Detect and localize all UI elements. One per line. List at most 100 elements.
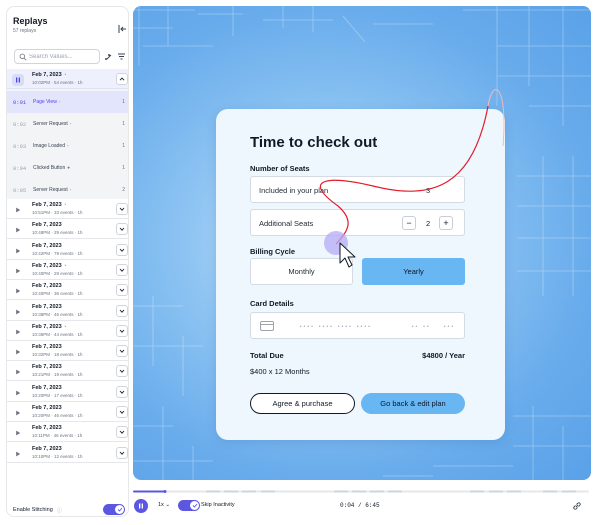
session-meta: 10:20PM · 17 events · 1h [32,392,83,398]
timeline-event-mark [206,490,220,493]
play-icon[interactable] [12,204,24,216]
timeline-event-mark [507,490,521,493]
session-meta: 10:40PM · 36 events · 1h [32,291,83,297]
replay-viewport: Time to check out Number of Seats Includ… [133,6,591,480]
timeline-handle[interactable] [163,490,167,493]
search-box[interactable] [14,49,100,64]
chevron-down-icon[interactable] [116,263,128,276]
chevron-down-icon[interactable] [116,223,128,236]
session-row-active[interactable]: Feb 7, 2023 ◔ 10:02PM · 54 events · 1h [7,69,128,89]
play-icon[interactable] [12,448,24,460]
timeline-event-mark [334,490,348,493]
search-input[interactable] [29,51,97,62]
session-row[interactable]: Feb 7, 2023 10:32PM · 18 events · 1h [7,341,128,362]
play-icon[interactable] [12,224,24,236]
play-icon[interactable] [12,427,24,439]
timeline-event-mark [224,490,238,493]
filter-icon[interactable] [116,51,127,62]
recording-icon: ◔ [63,323,67,329]
event-name: Image Loaded ◦ [33,143,69,149]
chevron-up-icon[interactable] [116,73,128,85]
session-date: Feb 7, 2023 [32,445,62,452]
cursor-overlay [319,89,505,268]
chevron-down-icon[interactable] [116,304,128,317]
chevron-down-icon[interactable] [116,446,128,459]
mouse-trail [319,105,489,245]
play-icon[interactable] [12,306,24,318]
info-icon: ⓘ [57,508,63,514]
session-row[interactable]: Feb 7, 2023 ◔ 10:40PM · 28 events · 1h [7,259,128,280]
stitching-toggle[interactable] [103,504,125,515]
play-icon[interactable] [12,265,24,277]
session-row[interactable]: Feb 7, 2023 ◔ 10:51PM · 33 events · 1h [7,199,128,219]
timeline-event-mark [261,490,275,493]
session-meta: 10:51PM · 33 events · 1h [32,210,83,215]
event-count: 2 [122,187,125,193]
timeline-event-mark [562,490,576,493]
event-time: 0:01 [13,99,27,106]
event-row[interactable]: 0:05 Server Request ◦ 2 [7,179,128,201]
play-icon[interactable] [12,326,24,338]
event-row[interactable]: 0:02 Server Request ◦ 1 [7,113,128,135]
timeline-event-mark [543,490,557,493]
session-meta: 10:42PM · 79 events · 1h [32,250,83,256]
pause-button[interactable] [134,499,148,513]
session-date: Feb 7, 2023 [32,242,62,249]
event-name: Page View ◦ [33,99,61,105]
session-row[interactable]: Feb 7, 2023 ◔ 10:36PM · 44 events · 1h [7,320,128,341]
stitching-label: Enable Stitching [13,507,53,513]
event-row[interactable]: 0:03 Image Loaded ◦ 1 [7,135,128,157]
mouse-trail-faded [487,89,505,147]
play-icon[interactable] [12,245,24,257]
session-row[interactable]: Feb 7, 2023 10:20PM · 46 events · 1h [7,402,128,422]
playback-timeline[interactable] [133,490,589,493]
session-row[interactable]: Feb 7, 2023 10:48PM · 29 events · 1h [7,219,128,240]
chevron-down-icon[interactable] [116,203,128,215]
session-row[interactable]: Feb 7, 2023 10:21PM · 19 events · 1h [7,361,128,382]
session-date: Feb 7, 2023 [32,364,62,371]
recording-icon: ◔ [63,72,67,77]
chevron-down-icon[interactable] [116,426,128,439]
session-row[interactable]: Feb 7, 2023 10:20PM · 17 events · 1h [7,381,128,402]
timeline-event-mark [352,490,366,493]
session-meta: 10:40PM · 28 events · 1h [32,270,83,276]
sidebar-title: Replays [13,16,48,26]
session-row[interactable]: Feb 7, 2023 10:38PM · 46 events · 1h [7,300,128,321]
replay-count: 57 replays [13,28,37,34]
session-meta: 10:36PM · 44 events · 1h [32,331,83,337]
chevron-down-icon[interactable] [116,284,128,297]
play-icon[interactable] [12,285,24,297]
event-row[interactable]: 0:04 Clicked Button ● 1 [7,157,128,179]
session-date: Feb 7, 2023 ◔ [32,262,67,269]
collapse-icon[interactable] [116,23,128,35]
cursor-icon [339,242,356,268]
play-icon[interactable] [12,387,24,399]
chevron-down-icon[interactable] [116,385,128,398]
chevron-down-icon[interactable] [116,243,128,256]
playback-speed-select[interactable]: 1x ⌄ [158,502,170,508]
session-row[interactable]: Feb 7, 2023 10:42PM · 79 events · 1h [7,239,128,260]
play-icon[interactable] [12,346,24,358]
chevron-down-icon[interactable] [116,345,128,358]
session-row[interactable]: Feb 7, 2023 10:10PM · 12 events · 1h [7,442,128,463]
info-icon: ◦ [58,99,61,104]
play-icon[interactable] [12,366,24,378]
session-row[interactable]: Feb 7, 2023 10:11PM · 46 events · 1h [7,422,128,443]
session-row[interactable]: Feb 7, 2023 10:40PM · 36 events · 1h [7,280,128,301]
session-date: Feb 7, 2023 [32,425,62,432]
chevron-down-icon[interactable] [116,406,128,418]
add-filter-icon[interactable] [103,51,114,62]
search-icon [19,53,27,61]
timeline-event-mark [370,490,384,493]
link-icon[interactable] [572,501,582,511]
chevron-down-icon[interactable] [116,324,128,337]
session-meta: 10:38PM · 46 events · 1h [32,311,83,317]
chevron-down-icon[interactable] [116,365,128,378]
timeline-event-mark [470,490,484,493]
session-date: Feb 7, 2023 [32,405,62,411]
play-icon[interactable] [12,407,24,419]
event-row[interactable]: 0:01 Page View ◦ 1 [7,91,128,113]
skip-inactivity-toggle[interactable] [178,500,200,511]
pause-icon[interactable] [12,74,24,86]
skip-inactivity-label: Skip Inactivity [201,502,235,508]
